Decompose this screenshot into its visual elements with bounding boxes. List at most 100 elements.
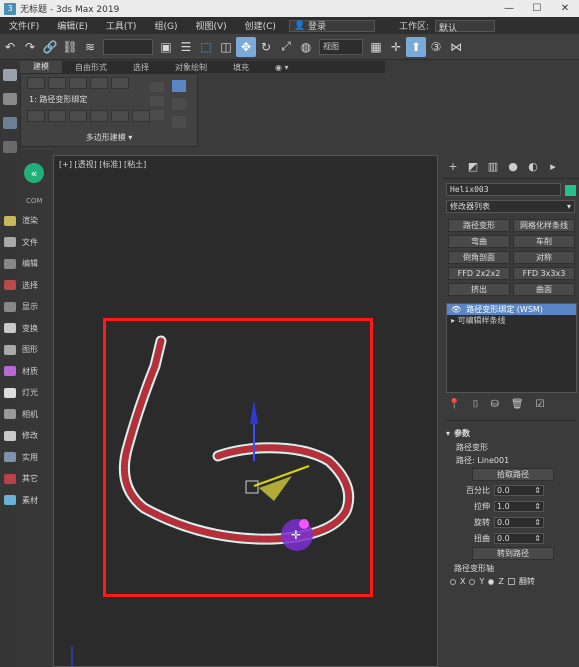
command-item[interactable]: 文件 (0, 237, 52, 248)
spinner-arrows-icon[interactable]: ⇕ (534, 486, 541, 495)
unlink-icon[interactable]: ⛓ (60, 37, 80, 57)
ribbon-pin-button[interactable] (172, 80, 186, 92)
ribbon-button[interactable] (48, 110, 66, 122)
remove-modifier-icon[interactable]: 🗑 (511, 399, 524, 410)
workspace-dropdown[interactable]: 默认 (435, 19, 495, 34)
pin-stack-icon[interactable]: 📍 (448, 399, 460, 410)
menu-tools[interactable]: 工具(T) (97, 19, 146, 32)
command-item[interactable]: 修改 (0, 430, 52, 441)
select-object-icon[interactable]: ▣ (156, 37, 176, 57)
object-color-swatch[interactable] (565, 185, 576, 196)
ribbon-button[interactable] (27, 110, 45, 122)
ribbon-button[interactable] (90, 77, 108, 89)
ribbon-side-button[interactable] (150, 110, 164, 120)
ribbon-button[interactable] (69, 77, 87, 89)
menu-views[interactable]: 视图(V) (186, 19, 235, 32)
rotate-icon[interactable]: ↻ (256, 37, 276, 57)
minimize-button[interactable]: — (495, 0, 523, 17)
axis-z-radio[interactable] (488, 578, 495, 585)
hierarchy-tab-icon[interactable]: ▥ (486, 160, 500, 174)
make-unique-icon[interactable]: ⛁ (490, 399, 498, 410)
ribbon-button[interactable] (69, 110, 87, 122)
command-item[interactable]: 素材 (0, 495, 52, 506)
undo-icon[interactable]: ↶ (0, 37, 20, 57)
select-by-name-icon[interactable]: ☰ (176, 37, 196, 57)
rollout-header[interactable]: ▾ 参数 (446, 425, 575, 442)
command-item[interactable]: 灯光 (0, 387, 52, 398)
ribbon-side-button[interactable] (172, 98, 186, 110)
goto-path-button[interactable]: 转到路径 (472, 547, 554, 560)
command-item[interactable]: 渲染 (0, 215, 52, 226)
menu-create[interactable]: 创建(C) (236, 19, 285, 32)
modifier-button[interactable]: FFD 3x3x3 (513, 267, 575, 280)
teapot-icon[interactable] (3, 69, 17, 81)
stretch-spinner[interactable]: 1.0 ⇕ (494, 500, 544, 512)
rect-selection-icon[interactable]: ⬚ (196, 37, 216, 57)
display-tab-icon[interactable]: ◐ (526, 160, 540, 174)
close-button[interactable]: ✕ (551, 0, 579, 17)
command-item[interactable]: 图形 (0, 344, 52, 355)
redo-icon[interactable]: ↷ (20, 37, 40, 57)
maximize-button[interactable]: ☐ (523, 0, 551, 17)
ribbon-button[interactable] (90, 110, 108, 122)
bind-spacewarp-icon[interactable]: ≋ (80, 37, 100, 57)
move-icon[interactable]: ✥ (236, 36, 256, 57)
ribbon-side-button[interactable] (150, 82, 164, 92)
stack-item-pathdeform[interactable]: 👁 路径变形绑定 (WSM) (447, 304, 576, 315)
rotation-spinner[interactable]: 0.0 ⇕ (494, 516, 544, 528)
show-end-result-icon[interactable]: ⌷ (472, 399, 478, 410)
ribbon-side-button[interactable] (150, 96, 164, 106)
command-item[interactable]: 变换 (0, 323, 52, 334)
select-manipulate-icon[interactable]: ✛ (386, 37, 406, 57)
link-icon[interactable]: 🔗 (40, 37, 60, 57)
ribbon-button[interactable] (111, 77, 129, 89)
create-tab-icon[interactable]: + (446, 160, 460, 174)
eye-icon[interactable]: 👁 (451, 305, 466, 314)
tab-selection[interactable]: 选择 (120, 62, 162, 73)
layer-icon[interactable] (3, 141, 17, 153)
menu-file[interactable]: 文件(F) (0, 19, 48, 32)
spinner-arrows-icon[interactable]: ⇕ (534, 534, 541, 543)
modifier-button[interactable]: 挤出 (448, 283, 510, 296)
com-logo-icon[interactable]: « (24, 163, 44, 183)
reference-coord-dropdown[interactable]: 视图 (319, 38, 363, 55)
command-item[interactable]: 编辑 (0, 258, 52, 269)
modifier-button[interactable]: 车削 (513, 235, 575, 248)
ribbon-side-button[interactable] (172, 116, 186, 128)
motion-tab-icon[interactable]: ● (506, 160, 520, 174)
command-item[interactable]: 显示 (0, 301, 52, 312)
mirror-icon[interactable]: ⋈ (446, 37, 466, 57)
axis-x-radio[interactable] (450, 578, 456, 585)
window-crossing-icon[interactable]: ◫ (216, 37, 236, 57)
menu-edit[interactable]: 编辑(E) (48, 19, 97, 32)
scale-icon[interactable]: ⤢ (276, 37, 296, 57)
stack-item-editable-spline[interactable]: ▸ 可编辑样条线 (447, 315, 576, 326)
modifier-button[interactable]: FFD 2x2x2 (448, 267, 510, 280)
menu-group[interactable]: 组(G) (145, 19, 186, 32)
pivot-icon[interactable]: ▦ (366, 37, 386, 57)
snap-icon[interactable]: ③ (426, 37, 446, 57)
flip-checkbox[interactable] (507, 578, 515, 585)
spinner-arrows-icon[interactable]: ⇕ (534, 518, 541, 527)
spinner-arrows-icon[interactable]: ⇕ (534, 502, 541, 511)
tab-modeling[interactable]: 建模 (20, 61, 62, 73)
cloud-icon[interactable] (3, 93, 17, 105)
ribbon-options-icon[interactable]: ◉ ▾ (262, 63, 302, 72)
utilities-tab-icon[interactable]: ▸ (546, 160, 560, 174)
modify-tab-icon[interactable]: ◩ (466, 160, 480, 174)
modifier-list-dropdown[interactable]: 修改器列表 ▾ (446, 200, 575, 213)
ribbon-panel-title[interactable]: 多边形建模 ▾ (21, 132, 197, 143)
tab-freeform[interactable]: 自由形式 (62, 62, 120, 73)
tab-populate[interactable]: 填充 (220, 62, 262, 73)
selection-filter-dropdown[interactable] (103, 38, 153, 55)
command-item[interactable]: 材质 (0, 366, 52, 377)
keyboard-shortcut-icon[interactable]: ⬆ (406, 36, 426, 57)
sign-in-dropdown[interactable]: 👤 登录 (288, 19, 375, 32)
command-item[interactable]: 选择 (0, 280, 52, 291)
percent-spinner[interactable]: 0.0 ⇕ (494, 484, 544, 496)
pick-path-button[interactable]: 拾取路径 (472, 468, 554, 481)
ribbon-button[interactable] (132, 110, 150, 122)
ribbon-button[interactable] (111, 110, 129, 122)
twist-spinner[interactable]: 0.0 ⇕ (494, 532, 544, 544)
command-item[interactable]: 相机 (0, 409, 52, 420)
